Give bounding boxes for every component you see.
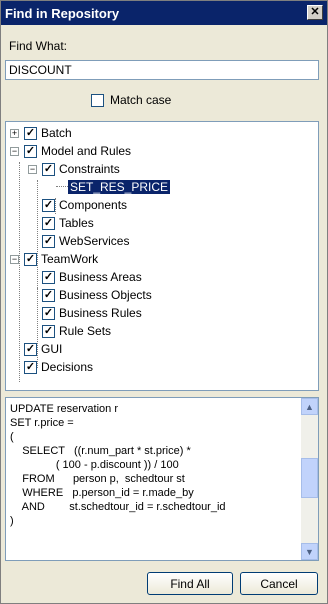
match-case-checkbox[interactable] — [91, 93, 104, 107]
checkbox-checked-icon[interactable]: ✓ — [42, 288, 55, 302]
tree-item-set-res-price[interactable]: SET_RES_PRICE — [68, 178, 171, 196]
tree-item-tables[interactable]: ✓ Tables — [42, 214, 94, 232]
checkbox-checked-icon[interactable]: ✓ — [24, 342, 37, 356]
match-case-label: Match case — [110, 93, 172, 107]
tree-item-label: Rule Sets — [59, 324, 112, 338]
collapse-icon[interactable]: − — [10, 146, 19, 156]
checkbox-checked-icon[interactable]: ✓ — [24, 144, 37, 158]
match-case-row[interactable]: Match case — [91, 93, 171, 107]
tree-item-label: Business Objects — [59, 288, 152, 302]
tree-item-label: Decisions — [41, 360, 94, 374]
find-what-label: Find What: — [9, 39, 68, 53]
tree-line — [56, 186, 68, 187]
tree-item-label: SET_RES_PRICE — [68, 180, 171, 194]
tree-item-constraints[interactable]: − ✓ Constraints — [28, 160, 120, 178]
tree-item-label: Model and Rules — [41, 144, 132, 158]
tree-line — [19, 162, 20, 382]
sql-preview-textarea[interactable]: UPDATE reservation r SET r.price = ( SEL… — [5, 397, 319, 561]
tree-item-label: WebServices — [59, 234, 130, 248]
scroll-thumb[interactable] — [301, 458, 318, 498]
close-icon: ✕ — [310, 6, 320, 18]
find-in-repository-dialog: Find in Repository ✕ Find What: Match ca… — [0, 0, 328, 604]
checkbox-checked-icon[interactable]: ✓ — [42, 234, 55, 248]
checkbox-checked-icon[interactable]: ✓ — [42, 306, 55, 320]
tree-item-business-rules[interactable]: ✓ Business Rules — [42, 304, 142, 322]
tree-item-decisions[interactable]: ✓ Decisions — [24, 358, 93, 376]
checkbox-checked-icon[interactable]: ✓ — [24, 126, 37, 140]
tree-item-label: Tables — [59, 216, 94, 230]
scroll-down-icon[interactable]: ▼ — [301, 543, 318, 560]
tree-item-label: Batch — [41, 126, 72, 140]
close-button[interactable]: ✕ — [307, 5, 323, 20]
tree-item-label: Business Areas — [59, 270, 142, 284]
tree-item-components[interactable]: ✓ Components — [42, 196, 127, 214]
collapse-icon[interactable]: − — [28, 164, 37, 174]
checkbox-checked-icon[interactable]: ✓ — [42, 324, 55, 338]
tree-item-label: Constraints — [59, 162, 120, 176]
repository-tree[interactable]: + ✓ Batch − ✓ Model and Rules − ✓ Constr… — [5, 121, 319, 391]
checkbox-checked-icon[interactable]: ✓ — [42, 198, 55, 212]
tree-item-gui[interactable]: ✓ GUI — [24, 340, 62, 358]
find-all-button[interactable]: Find All — [147, 572, 233, 595]
checkbox-checked-icon[interactable]: ✓ — [42, 162, 55, 176]
tree-item-model-and-rules[interactable]: − ✓ Model and Rules — [10, 142, 131, 160]
checkbox-checked-icon[interactable]: ✓ — [42, 216, 55, 230]
checkbox-checked-icon[interactable]: ✓ — [24, 252, 37, 266]
tree-item-business-areas[interactable]: ✓ Business Areas — [42, 268, 142, 286]
cancel-button[interactable]: Cancel — [240, 572, 318, 595]
tree-item-teamwork[interactable]: − ✓ TeamWork — [10, 250, 98, 268]
tree-item-label: GUI — [41, 342, 63, 356]
title-bar: Find in Repository ✕ — [1, 1, 327, 25]
window-title: Find in Repository — [5, 5, 120, 21]
scroll-up-icon[interactable]: ▲ — [301, 398, 318, 415]
sql-preview-text: UPDATE reservation r SET r.price = ( SEL… — [10, 403, 226, 527]
tree-item-label: TeamWork — [41, 252, 99, 266]
vertical-scrollbar[interactable]: ▲ ▼ — [301, 398, 318, 560]
tree-item-rule-sets[interactable]: ✓ Rule Sets — [42, 322, 111, 340]
tree-item-business-objects[interactable]: ✓ Business Objects — [42, 286, 152, 304]
tree-item-batch[interactable]: + ✓ Batch — [10, 124, 72, 142]
checkbox-checked-icon[interactable]: ✓ — [42, 270, 55, 284]
checkbox-checked-icon[interactable]: ✓ — [24, 360, 37, 374]
collapse-icon[interactable]: − — [10, 254, 19, 264]
expand-icon[interactable]: + — [10, 128, 19, 138]
find-what-input[interactable] — [5, 60, 319, 80]
tree-item-label: Business Rules — [59, 306, 142, 320]
tree-item-webservices[interactable]: ✓ WebServices — [42, 232, 129, 250]
tree-item-label: Components — [59, 198, 128, 212]
